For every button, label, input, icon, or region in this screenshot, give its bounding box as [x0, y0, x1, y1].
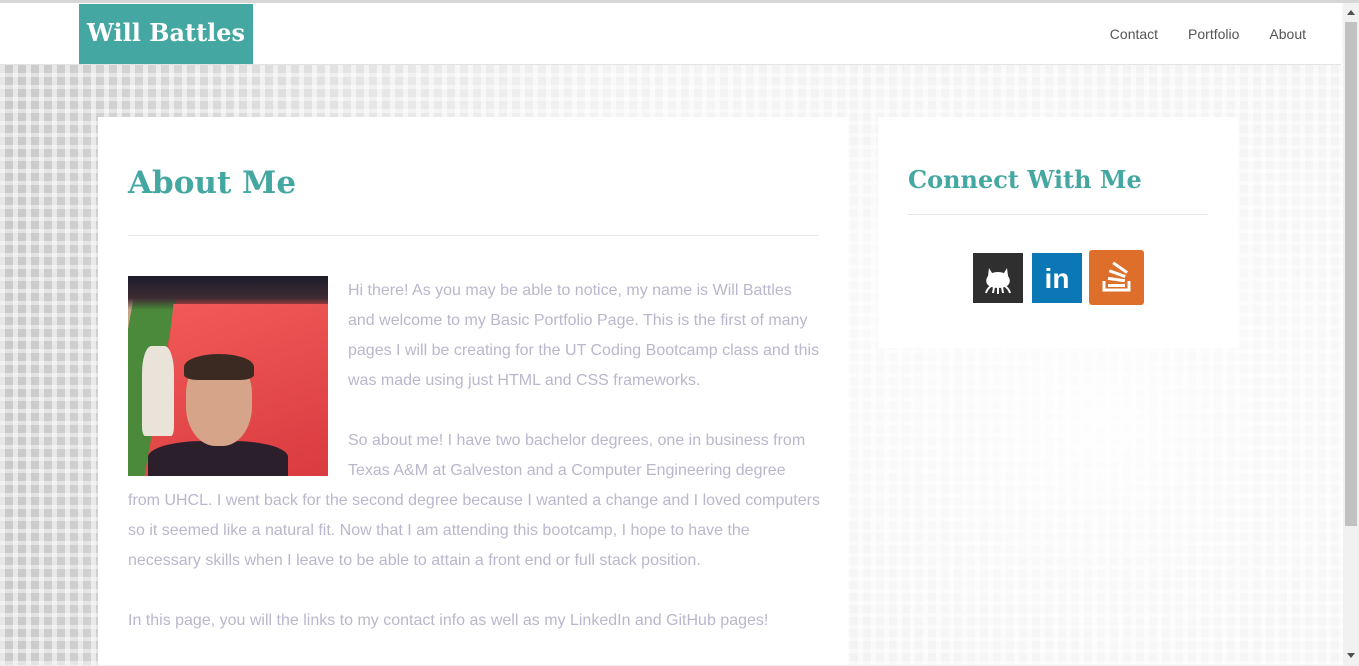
brand-link[interactable]: Will Battles	[79, 4, 253, 64]
linkedin-icon: in	[1045, 263, 1070, 294]
svg-text:in: in	[1045, 263, 1070, 294]
stackoverflow-link[interactable]	[1089, 250, 1144, 305]
connect-card: Connect With Me in	[878, 117, 1238, 348]
nav-portfolio-link[interactable]: Portfolio	[1188, 3, 1239, 64]
linkedin-link[interactable]: in	[1032, 253, 1082, 303]
about-card: About Me Hi there! As you may be able to…	[98, 117, 848, 665]
navbar: Will Battles Contact Portfolio About	[0, 3, 1341, 65]
about-paragraph-3: In this page, you will the links to my c…	[128, 612, 769, 629]
connect-divider	[908, 214, 1208, 215]
scroll-thumb[interactable]	[1345, 22, 1357, 526]
profile-photo	[128, 276, 328, 476]
photo-background-person	[142, 346, 174, 436]
about-body: Hi there! As you may be able to notice, …	[128, 276, 820, 666]
about-title: About Me	[128, 165, 297, 201]
nav-about-link[interactable]: About	[1269, 3, 1306, 64]
photo-hair	[184, 354, 254, 380]
page-scrollbar[interactable]	[1343, 3, 1359, 665]
connect-title: Connect With Me	[908, 165, 1142, 194]
about-divider	[128, 235, 818, 236]
scroll-down-icon[interactable]	[1347, 653, 1355, 658]
github-link[interactable]	[973, 253, 1023, 303]
photo-shirt	[148, 441, 288, 476]
nav-contact-link[interactable]: Contact	[1110, 3, 1158, 64]
stackoverflow-icon	[1102, 261, 1131, 292]
github-icon	[985, 268, 1011, 294]
scroll-up-icon[interactable]	[1347, 10, 1355, 15]
nav-links: Contact Portfolio About	[1080, 3, 1306, 64]
